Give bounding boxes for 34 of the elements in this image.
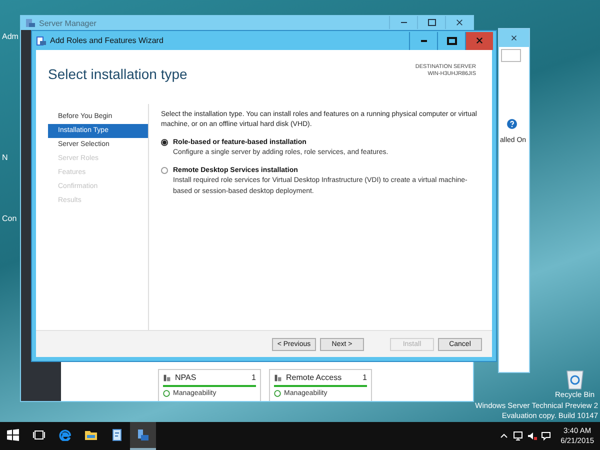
network-icon[interactable] (512, 431, 523, 441)
status-icon (274, 390, 281, 396)
search-field[interactable] (501, 49, 521, 62)
tile-title: NPAS (175, 373, 196, 382)
tile-count: 1 (362, 373, 367, 382)
role-icon (274, 374, 282, 382)
role-icon (163, 374, 171, 382)
recycle-bin-icon[interactable] (564, 368, 585, 390)
server-icon (25, 18, 35, 28)
notification-icon[interactable] (540, 431, 551, 441)
folder-icon (85, 429, 97, 441)
document-icon (111, 429, 123, 441)
radio-button[interactable] (161, 139, 168, 146)
close-icon (476, 37, 483, 44)
window-title: Add Roles and Features Wizard (50, 36, 164, 45)
browser-icon (59, 429, 71, 441)
windows-logo-icon (7, 429, 19, 441)
server-icon (36, 36, 46, 46)
close-icon[interactable] (511, 35, 517, 41)
desktop-icon-label: Adm (2, 32, 18, 41)
tile-title: Remote Access (286, 373, 342, 382)
tile-count: 1 (252, 373, 256, 382)
help-icon[interactable] (507, 119, 517, 129)
close-button[interactable] (465, 32, 493, 50)
status-icon (163, 390, 170, 396)
task-view-icon (33, 429, 45, 441)
desktop-icon-label: Con (2, 214, 17, 223)
server-icon (137, 429, 149, 441)
speaker-icon[interactable] (526, 431, 537, 441)
window-title: Server Manager (39, 18, 96, 28)
page-heading: Select installation type (48, 66, 188, 82)
desktop-icon-label: N (2, 153, 8, 162)
radio-button[interactable] (161, 167, 168, 174)
close-icon (456, 19, 463, 26)
